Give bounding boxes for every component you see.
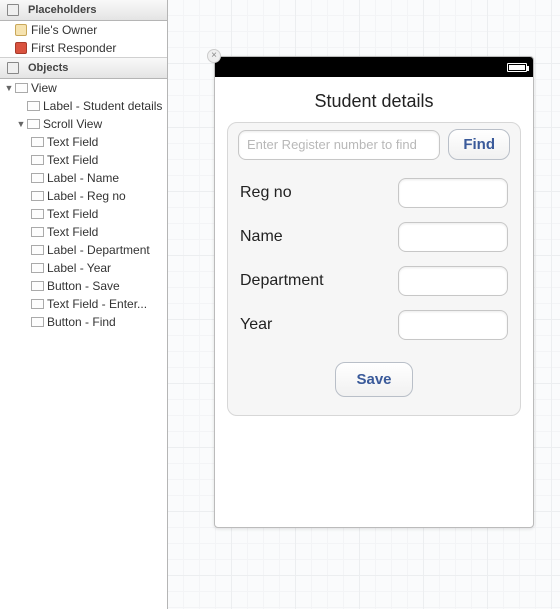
regno-field[interactable] [398,178,508,208]
tree-item[interactable]: Button - Save [0,277,167,295]
find-button[interactable]: Find [448,129,510,160]
status-bar [215,57,533,77]
placeholder-label: File's Owner [31,23,97,37]
tree-label: Text Field - Enter... [47,297,147,311]
view-icon [30,189,44,203]
view-icon [30,243,44,257]
name-label: Name [240,228,283,246]
view-icon [30,261,44,275]
search-input[interactable] [238,130,440,160]
tree-label: Label - Reg no [47,189,126,203]
name-field[interactable] [398,222,508,252]
page-title: Student details [215,77,533,122]
year-label: Year [240,316,272,334]
department-field[interactable] [398,266,508,296]
disclosure-triangle-icon[interactable]: ▼ [4,83,14,93]
objects-section-header: Objects [0,57,167,79]
tree-item[interactable]: Text Field - Enter... [0,295,167,313]
placeholder-first-responder[interactable]: First Responder [0,39,167,57]
regno-label: Reg no [240,184,292,202]
close-icon[interactable]: × [207,49,221,63]
view-icon [30,207,44,221]
objects-section-body: ▼ View Label - Student details ▼ Scroll … [0,79,167,609]
tree-item[interactable]: Label - Department [0,241,167,259]
tree-label: Button - Find [47,315,116,329]
department-label: Department [240,272,324,290]
save-button[interactable]: Save [335,362,412,397]
canvas-area[interactable]: × Student details Find Reg no Name [168,0,560,609]
tree-label: Label - Name [47,171,119,185]
year-field[interactable] [398,310,508,340]
tree-label: Scroll View [43,117,102,131]
placeholders-section-body: File's Owner First Responder [0,21,167,57]
view-icon [14,81,28,95]
tree-item[interactable]: Button - Find [0,313,167,331]
form-row-name: Name [240,222,508,252]
device-frame[interactable]: × Student details Find Reg no Name [214,56,534,528]
tree-item[interactable]: Label - Reg no [0,187,167,205]
files-owner-icon [14,23,28,37]
placeholder-files-owner[interactable]: File's Owner [0,21,167,39]
placeholders-header-label: Placeholders [28,4,96,16]
tree-label: Label - Department [47,243,150,257]
view-icon [26,99,40,113]
tree-item[interactable]: Label - Name [0,169,167,187]
tree-item[interactable]: Text Field [0,151,167,169]
search-row: Find [238,129,510,160]
first-responder-icon [14,41,28,55]
view-icon [26,117,40,131]
tree-item[interactable]: Text Field [0,205,167,223]
tree-label: Label - Year [47,261,111,275]
tree-item[interactable]: Text Field [0,133,167,151]
form-row-year: Year [240,310,508,340]
tree-item[interactable]: Text Field [0,223,167,241]
tree-item-view[interactable]: ▼ View [0,79,167,97]
scroll-view: Find Reg no Name Department Year [227,122,521,416]
tree-label: Label - Student details [43,99,162,113]
app-body: Student details Find Reg no Name Departm… [215,77,533,416]
view-icon [30,279,44,293]
view-icon [30,315,44,329]
disclosure-triangle-icon[interactable]: ▼ [16,119,26,129]
tree-label: Button - Save [47,279,120,293]
save-row: Save [238,362,510,397]
form-row-department: Department [240,266,508,296]
cube-icon [6,3,20,17]
placeholder-label: First Responder [31,41,116,55]
tree-label: Text Field [47,225,98,239]
view-icon [30,153,44,167]
tree-item[interactable]: Label - Year [0,259,167,277]
view-icon [30,171,44,185]
tree-label: Text Field [47,207,98,221]
view-icon [30,297,44,311]
form-row-regno: Reg no [240,178,508,208]
tree-label: View [31,81,57,95]
tree-label: Text Field [47,153,98,167]
outline-panel: Placeholders File's Owner First Responde… [0,0,168,609]
tree-label: Text Field [47,135,98,149]
tree-item-scroll-view[interactable]: ▼ Scroll View [0,115,167,133]
view-icon [30,135,44,149]
cube-icon [6,61,20,75]
tree-item-label-student-details[interactable]: Label - Student details [0,97,167,115]
view-icon [30,225,44,239]
objects-header-label: Objects [28,62,68,74]
battery-icon [507,63,527,72]
placeholders-section-header: Placeholders [0,0,167,21]
